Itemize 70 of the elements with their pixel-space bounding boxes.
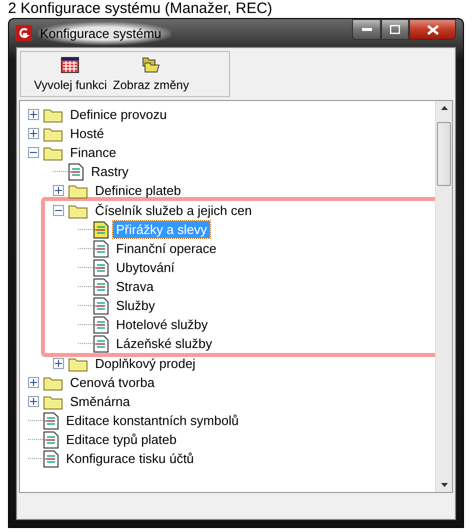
- plus-icon: [30, 130, 37, 137]
- folder-icon: [68, 202, 88, 218]
- collapse-toggle[interactable]: [28, 147, 39, 158]
- expand-toggle[interactable]: [28, 396, 39, 407]
- maximize-icon: [390, 25, 400, 34]
- minimize-icon: [362, 28, 372, 32]
- tree-item[interactable]: Doplňkový prodej: [92, 355, 198, 372]
- page-caption: 2 Konfigurace systému (Manažer, REC): [7, 0, 274, 18]
- tree-item[interactable]: Číselník služeb a jejich cen: [92, 202, 255, 219]
- document-icon: [93, 296, 109, 314]
- document-icon: [93, 278, 109, 296]
- plus-icon: [30, 398, 37, 405]
- tree-item[interactable]: Editace typů plateb: [63, 431, 180, 448]
- tree-item[interactable]: Ubytování: [113, 259, 178, 276]
- expand-toggle[interactable]: [28, 128, 39, 139]
- plus-icon: [30, 379, 37, 386]
- document-icon: [43, 450, 59, 468]
- tree-item[interactable]: Hotelové služby: [113, 316, 211, 333]
- tree-item[interactable]: Rastry: [88, 163, 132, 180]
- document-icon: [93, 220, 109, 238]
- document-icon: [93, 334, 109, 352]
- minus-icon: [55, 207, 62, 214]
- tree-item[interactable]: Editace konstantních symbolů: [63, 412, 242, 429]
- tree-item[interactable]: Konfigurace tisku účtů: [63, 450, 197, 467]
- tree-item[interactable]: Cenová tvorba: [67, 374, 158, 391]
- app-logo-icon: [16, 25, 32, 41]
- scroll-up-icon: [440, 106, 448, 110]
- minus-icon: [30, 149, 37, 156]
- tree-item[interactable]: Strava: [113, 278, 157, 295]
- folder-icon: [68, 356, 88, 372]
- scrollbar[interactable]: [435, 101, 452, 492]
- close-button[interactable]: [409, 19, 456, 40]
- minimize-button[interactable]: [352, 19, 381, 40]
- document-icon: [93, 258, 109, 276]
- tree-item[interactable]: Směnárna: [67, 393, 133, 410]
- folder-icon: [43, 374, 63, 390]
- tree-item[interactable]: Finanční operace: [113, 240, 220, 257]
- folder-icon: [43, 126, 63, 142]
- plus-icon: [30, 111, 37, 118]
- calendar-icon: [61, 57, 80, 73]
- scrollbar-thumb[interactable]: [437, 122, 451, 186]
- document-icon: [43, 430, 59, 448]
- tree-item[interactable]: Finance: [67, 144, 120, 161]
- tree-item[interactable]: Hosté: [67, 125, 107, 142]
- tree-item[interactable]: Definice provozu: [67, 106, 170, 123]
- scroll-down-icon: [440, 483, 448, 487]
- folders-icon: [140, 57, 161, 73]
- folder-icon: [43, 144, 63, 160]
- toolbar-button[interactable]: Zobraz změny: [110, 57, 192, 96]
- plus-icon: [55, 360, 62, 367]
- document-icon: [93, 240, 109, 258]
- window-title: Konfigurace systému: [38, 22, 172, 44]
- tree-item[interactable]: Definice plateb: [92, 182, 184, 199]
- tree-item[interactable]: Služby: [113, 297, 158, 314]
- expand-toggle[interactable]: [53, 358, 64, 369]
- expand-toggle[interactable]: [53, 185, 64, 196]
- folder-icon: [68, 182, 88, 198]
- folder-icon: [43, 394, 63, 410]
- maximize-button[interactable]: [381, 19, 409, 40]
- document-icon: [68, 162, 84, 180]
- document-icon: [93, 316, 109, 334]
- toolbar-button[interactable]: Vyvolej funkci: [31, 57, 110, 96]
- folder-icon: [43, 106, 63, 122]
- tree-item[interactable]: Lázeňské služby: [113, 335, 216, 352]
- collapse-toggle[interactable]: [53, 205, 64, 216]
- close-icon: [426, 24, 438, 34]
- plus-icon: [55, 187, 62, 194]
- expand-toggle[interactable]: [28, 109, 39, 120]
- document-icon: [43, 412, 59, 430]
- expand-toggle[interactable]: [28, 377, 39, 388]
